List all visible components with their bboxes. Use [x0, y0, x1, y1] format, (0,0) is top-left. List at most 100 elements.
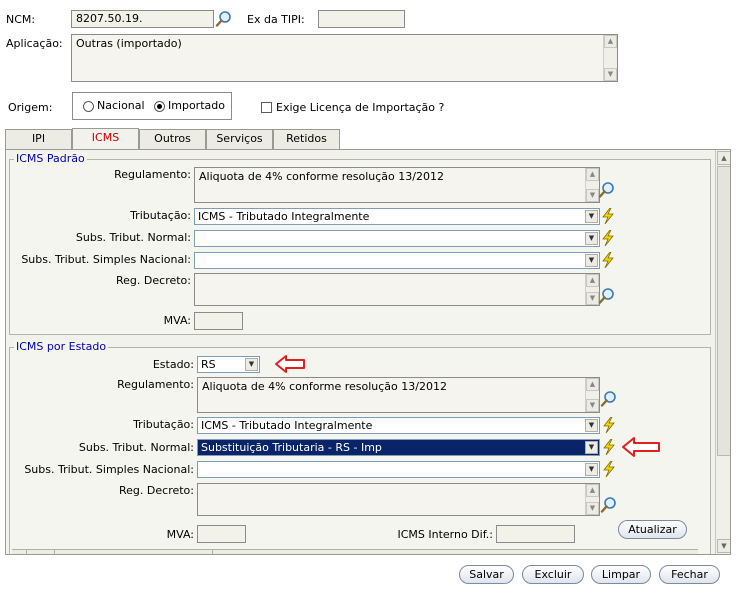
estado-grid-header	[12, 549, 698, 554]
scroll-up-icon[interactable]: ▲	[586, 484, 599, 497]
scroll-down-icon[interactable]: ▼	[586, 502, 599, 515]
padrao-reg-decreto-textarea[interactable]: ▲ ▼	[194, 273, 600, 306]
chevron-down-icon[interactable]: ▼	[585, 232, 598, 245]
tab-icms[interactable]: ICMS	[72, 128, 139, 149]
chevron-down-icon[interactable]: ▼	[585, 463, 598, 476]
tab-servicos[interactable]: Serviços	[206, 129, 273, 149]
aplicacao-label: Aplicação:	[6, 37, 63, 50]
lightning-icon[interactable]	[601, 208, 615, 224]
padrao-subs-simples-select[interactable]: ▼	[194, 252, 600, 269]
scroll-down-icon[interactable]: ▼	[586, 399, 599, 412]
ex-tipi-label: Ex da TIPI:	[247, 13, 305, 26]
padrao-reg-decreto-search-icon[interactable]	[598, 287, 616, 305]
salvar-button[interactable]: Salvar	[459, 565, 514, 584]
estado-reg-decreto-label: Reg. Decreto:	[119, 484, 194, 497]
padrao-reg-decreto-label: Reg. Decreto:	[116, 274, 191, 287]
padrao-subs-normal-select[interactable]: ▼	[194, 230, 600, 247]
padrao-tributacao-value: ICMS - Tributado Integralmente	[198, 210, 370, 223]
estado-value: RS	[201, 358, 216, 371]
scroll-up-icon[interactable]: ▲	[586, 274, 599, 287]
estado-subs-normal-select[interactable]: Substituição Tributaria - RS - Imp ▼	[197, 439, 600, 456]
estado-subs-simples-label: Subs. Tribut. Simples Nacional:	[24, 463, 194, 476]
icms-interno-input[interactable]	[496, 525, 575, 543]
estado-select[interactable]: RS ▼	[197, 356, 260, 373]
chevron-down-icon[interactable]: ▼	[245, 358, 258, 371]
estado-tributacao-value: ICMS - Tributado Integralmente	[201, 419, 373, 432]
estado-subs-simples-select[interactable]: ▼	[197, 461, 600, 478]
padrao-mva-label: MVA:	[163, 314, 191, 327]
chevron-down-icon[interactable]: ▼	[585, 254, 598, 267]
fechar-button[interactable]: Fechar	[659, 565, 720, 584]
padrao-subs-simples-label: Subs. Tribut. Simples Nacional:	[21, 253, 191, 266]
scroll-up-icon[interactable]: ▲	[586, 378, 599, 391]
tab-retidos[interactable]: Retidos	[273, 129, 340, 149]
tab-outros[interactable]: Outros	[139, 129, 206, 149]
padrao-regulamento-textarea[interactable]: Aliquota de 4% conforme resolução 13/201…	[194, 167, 600, 203]
aplicacao-textarea[interactable]: Outras (importado) ▲ ▼	[71, 34, 618, 82]
scroll-down-icon[interactable]: ▼	[717, 539, 730, 553]
lightning-icon[interactable]	[602, 461, 616, 477]
ex-tipi-input[interactable]	[318, 10, 405, 28]
origem-nacional-radio[interactable]	[83, 101, 94, 112]
estado-reg-decreto-search-icon[interactable]	[600, 496, 618, 514]
scroll-up-icon[interactable]: ▲	[604, 35, 617, 48]
origem-nacional-label[interactable]: Nacional	[97, 99, 145, 113]
origem-importado-radio[interactable]	[154, 101, 165, 112]
scroll-up-icon[interactable]: ▲	[586, 168, 599, 181]
chevron-down-icon[interactable]: ▼	[585, 210, 598, 223]
estado-mva-input[interactable]	[197, 525, 246, 543]
estado-subs-normal-label: Subs. Tribut. Normal:	[78, 441, 194, 454]
scroll-up-icon[interactable]: ▲	[717, 151, 730, 165]
scroll-thumb[interactable]	[717, 166, 730, 456]
aplicacao-value: Outras (importado)	[76, 37, 182, 50]
padrao-mva-input[interactable]	[194, 312, 243, 330]
chevron-down-icon[interactable]: ▼	[585, 441, 598, 454]
lightning-icon[interactable]	[602, 439, 616, 455]
lightning-icon[interactable]	[601, 252, 615, 268]
origem-radio-group: Nacional Importado	[72, 92, 232, 120]
estado-reg-decreto-textarea[interactable]: ▲ ▼	[197, 483, 600, 516]
padrao-tributacao-label: Tributação:	[130, 209, 191, 222]
lightning-icon[interactable]	[602, 417, 616, 433]
scroll-down-icon[interactable]: ▼	[604, 68, 617, 81]
estado-mva-label: MVA:	[166, 528, 194, 541]
red-arrow-annotation	[275, 355, 305, 373]
estado-regulamento-search-icon[interactable]	[600, 390, 618, 408]
atualizar-button[interactable]: Atualizar	[618, 520, 687, 539]
estado-tributacao-select[interactable]: ICMS - Tributado Integralmente ▼	[197, 417, 600, 434]
padrao-regulamento-search-icon[interactable]	[598, 181, 616, 199]
textarea-scrollbar[interactable]: ▲ ▼	[585, 484, 599, 515]
textarea-scrollbar[interactable]: ▲ ▼	[585, 274, 599, 305]
ncm-input[interactable]: 8207.50.19.	[71, 10, 214, 28]
padrao-tributacao-select[interactable]: ICMS - Tributado Integralmente ▼	[194, 208, 600, 225]
padrao-regulamento-label: Regulamento:	[114, 168, 191, 181]
estado-tributacao-label: Tributação:	[133, 418, 194, 431]
licenca-checkbox[interactable]	[261, 102, 272, 113]
textarea-scrollbar[interactable]: ▲ ▼	[585, 168, 599, 202]
estado-regulamento-value: Aliquota de 4% conforme resolução 13/201…	[202, 380, 447, 393]
estado-regulamento-label: Regulamento:	[117, 378, 194, 391]
icms-interno-label: ICMS Interno Dif.:	[397, 528, 493, 541]
ncm-label: NCM:	[6, 13, 36, 26]
limpar-button[interactable]: Limpar	[591, 565, 651, 584]
chevron-down-icon[interactable]: ▼	[585, 419, 598, 432]
origem-importado-label[interactable]: Importado	[168, 99, 225, 113]
licenca-label[interactable]: Exige Licença de Importação ?	[276, 101, 444, 115]
excluir-button[interactable]: Excluir	[522, 565, 584, 584]
origem-label: Origem:	[8, 101, 53, 114]
textarea-scrollbar[interactable]: ▲ ▼	[585, 378, 599, 412]
estado-label: Estado:	[152, 358, 194, 371]
estado-subs-normal-value: Substituição Tributaria - RS - Imp	[201, 441, 382, 454]
padrao-regulamento-value: Aliquota de 4% conforme resolução 13/201…	[199, 170, 444, 183]
estado-regulamento-textarea[interactable]: Aliquota de 4% conforme resolução 13/201…	[197, 377, 600, 413]
icms-padrao-legend: ICMS Padrão	[14, 152, 87, 166]
aplicacao-scrollbar[interactable]: ▲ ▼	[603, 35, 617, 81]
padrao-subs-normal-label: Subs. Tribut. Normal:	[75, 231, 191, 244]
lightning-icon[interactable]	[601, 230, 615, 246]
red-arrow-annotation	[622, 437, 660, 457]
ncm-search-icon[interactable]	[215, 10, 233, 28]
icms-estado-legend: ICMS por Estado	[14, 340, 109, 354]
tab-ipi[interactable]: IPI	[5, 129, 72, 149]
panel-scrollbar[interactable]: ▲ ▼	[715, 150, 730, 554]
icms-tab-panel: ▲ ▼ ICMS Padrão Regulamento: Aliquota de…	[5, 149, 731, 555]
